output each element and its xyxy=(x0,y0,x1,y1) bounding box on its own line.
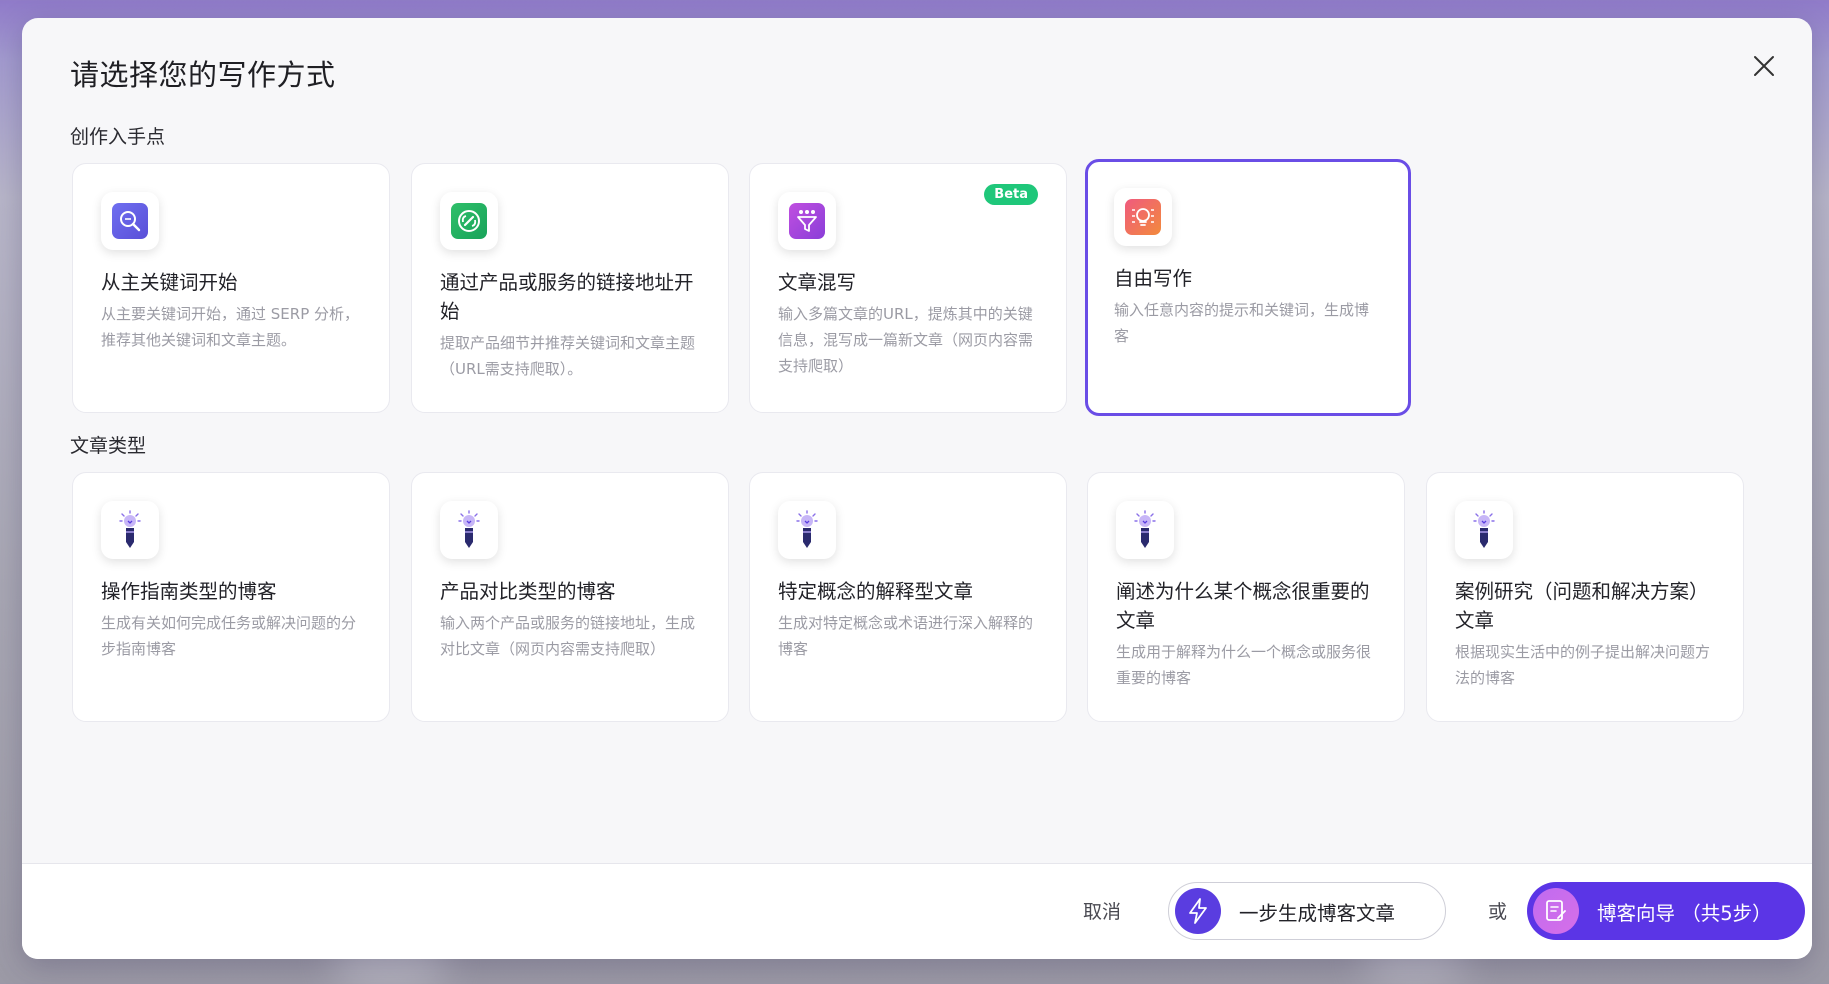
card-description: 生成对特定概念或术语进行深入解释的博客 xyxy=(778,614,1034,658)
blog-wizard-label: 博客向导 （共5步） xyxy=(1597,901,1772,925)
icon-box xyxy=(101,192,159,250)
card-title: 从主关键词开始 xyxy=(101,271,238,294)
icon-box xyxy=(1114,188,1172,246)
close-icon xyxy=(1754,56,1774,76)
card-title: 产品对比类型的博客 xyxy=(440,580,616,603)
type-card-concept-explain[interactable]: 特定概念的解释型文章 生成对特定概念或术语进行深入解释的博客 xyxy=(749,472,1067,722)
icon-box xyxy=(440,501,498,559)
entry-card-product-link[interactable]: 通过产品或服务的链接地址开始 提取产品细节并推荐关键词和文章主题（URL需支持爬… xyxy=(411,163,729,413)
icon-box xyxy=(101,501,159,559)
type-card-case-study[interactable]: 案例研究（问题和解决方案）文章 根据现实生活中的例子提出解决问题方法的博客 xyxy=(1426,472,1744,722)
entry-card-keyword[interactable]: 从主关键词开始 从主要关键词开始，通过 SERP 分析，推荐其他关键词和文章主题… xyxy=(72,163,390,413)
lightning-icon xyxy=(1189,898,1207,924)
writing-mode-dialog: 请选择您的写作方式 创作入手点 从主关键词开始 从主要关键词开始，通过 SERP… xyxy=(22,18,1812,959)
card-title: 自由写作 xyxy=(1114,267,1193,290)
section-label-article-types: 文章类型 xyxy=(70,435,147,457)
link-icon xyxy=(451,203,487,239)
icon-box xyxy=(1455,501,1513,559)
lightbulb-pen-icon xyxy=(796,510,818,548)
icon-box xyxy=(778,501,836,559)
lightbulb-pen-icon xyxy=(458,510,480,548)
type-card-why-important[interactable]: 阐述为什么某个概念很重要的文章 生成用于解释为什么一个概念或服务很重要的博客 xyxy=(1087,472,1405,722)
document-edit-icon-circle xyxy=(1533,888,1579,934)
card-title: 阐述为什么某个概念很重要的文章 xyxy=(1116,580,1370,632)
card-description: 输入多篇文章的URL，提炼其中的关键信息，混写成一篇新文章（网页内容需支持爬取） xyxy=(778,305,1034,375)
card-title: 通过产品或服务的链接地址开始 xyxy=(440,271,694,323)
dialog-title: 请选择您的写作方式 xyxy=(70,58,336,92)
idea-bulb-icon xyxy=(1125,199,1161,235)
section-label-entry-points: 创作入手点 xyxy=(70,126,166,148)
one-step-generate-button[interactable]: 一步生成博客文章 xyxy=(1168,882,1446,940)
card-description: 输入任意内容的提示和关键词，生成博客 xyxy=(1114,301,1370,345)
document-edit-icon xyxy=(1546,900,1566,921)
card-title: 特定概念的解释型文章 xyxy=(778,580,974,603)
type-card-product-compare[interactable]: 产品对比类型的博客 输入两个产品或服务的链接地址，生成对比文章（网页内容需支持爬… xyxy=(411,472,729,722)
card-title: 案例研究（问题和解决方案）文章 xyxy=(1455,580,1709,632)
card-description: 输入两个产品或服务的链接地址，生成对比文章（网页内容需支持爬取） xyxy=(440,614,696,658)
icon-box xyxy=(1116,501,1174,559)
card-description: 提取产品细节并推荐关键词和文章主题（URL需支持爬取）。 xyxy=(440,334,696,378)
card-description: 根据现实生活中的例子提出解决问题方法的博客 xyxy=(1455,643,1711,687)
cancel-button[interactable]: 取消 xyxy=(1083,897,1121,924)
lightbulb-pen-icon xyxy=(1134,510,1156,548)
card-title: 操作指南类型的博客 xyxy=(101,580,277,603)
one-step-generate-label: 一步生成博客文章 xyxy=(1239,901,1396,925)
icon-box xyxy=(440,192,498,250)
beta-badge: Beta xyxy=(984,184,1038,205)
entry-card-article-mix[interactable]: Beta 文章混写 输入多篇文章的URL，提炼其中的关键信息，混写成一篇新文章（… xyxy=(749,163,1067,413)
card-description: 从主要关键词开始，通过 SERP 分析，推荐其他关键词和文章主题。 xyxy=(101,305,360,349)
dialog-footer: 取消 一步生成博客文章 或 博客向导 （共5步） xyxy=(22,863,1812,959)
lightbulb-pen-icon xyxy=(119,510,141,548)
lightbulb-pen-icon xyxy=(1473,510,1495,548)
card-description: 生成有关如何完成任务或解决问题的分步指南博客 xyxy=(101,614,357,658)
or-separator: 或 xyxy=(1488,901,1508,923)
entry-card-free-writing[interactable]: 自由写作 输入任意内容的提示和关键词，生成博客 xyxy=(1085,159,1411,416)
icon-box xyxy=(778,192,836,250)
type-card-how-to[interactable]: 操作指南类型的博客 生成有关如何完成任务或解决问题的分步指南博客 xyxy=(72,472,390,722)
card-title: 文章混写 xyxy=(778,271,857,294)
keyword-search-icon xyxy=(112,203,148,239)
close-button[interactable] xyxy=(1746,48,1782,84)
card-description: 生成用于解释为什么一个概念或服务很重要的博客 xyxy=(1116,643,1372,687)
blog-wizard-button[interactable]: 博客向导 （共5步） xyxy=(1527,882,1805,940)
funnel-mix-icon xyxy=(789,203,825,239)
lightning-icon-circle xyxy=(1175,888,1221,934)
